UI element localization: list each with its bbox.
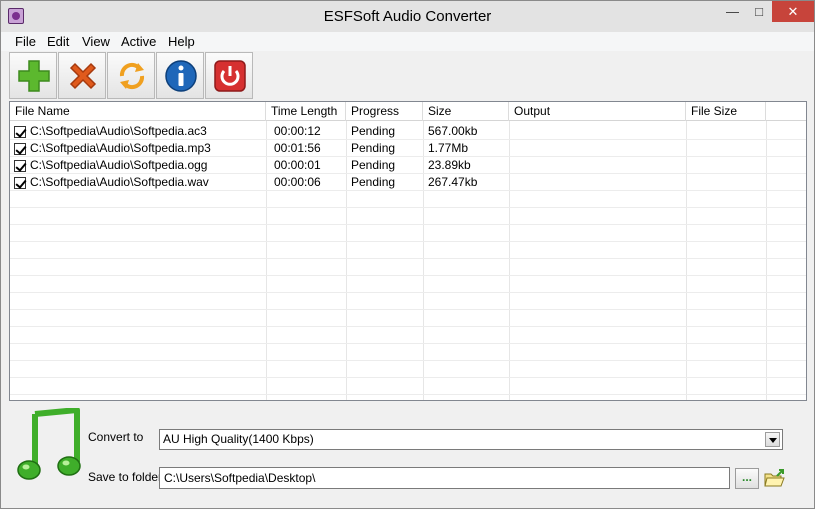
app-window: ESFSoft Audio Converter — □ ✕ File Edit … (0, 0, 815, 509)
empty-row (10, 344, 806, 361)
progress-cell: Pending (351, 141, 396, 155)
table-row[interactable]: C:\Softpedia\Audio\Softpedia.mp3 00:01:5… (10, 140, 806, 157)
size-cell: 23.89kb (428, 158, 471, 172)
file-name-cell: C:\Softpedia\Audio\Softpedia.wav (30, 175, 209, 189)
table-row[interactable]: C:\Softpedia\Audio\Softpedia.wav 00:00:0… (10, 174, 806, 191)
table-header: File Name Time Length Progress Size Outp… (10, 102, 806, 121)
add-button[interactable] (9, 52, 57, 99)
add-icon (18, 60, 50, 92)
minimize-button[interactable]: — (719, 1, 746, 22)
time-length-cell: 00:00:06 (274, 175, 321, 189)
file-name-cell: C:\Softpedia\Audio\Softpedia.mp3 (30, 141, 211, 155)
col-output[interactable]: Output (509, 102, 686, 121)
menu-active[interactable]: Active (121, 34, 156, 49)
time-length-cell: 00:00:01 (274, 158, 321, 172)
power-icon (214, 60, 246, 92)
info-icon (165, 60, 197, 92)
col-file-name[interactable]: File Name (10, 102, 266, 121)
time-length-cell: 00:01:56 (274, 141, 321, 155)
empty-row (10, 225, 806, 242)
empty-row (10, 208, 806, 225)
output-format-select[interactable]: AU High Quality(1400 Kbps) (159, 429, 783, 450)
open-folder-icon[interactable] (763, 468, 785, 489)
convert-to-label: Convert to (88, 430, 144, 444)
file-table[interactable]: File Name Time Length Progress Size Outp… (9, 101, 807, 401)
empty-row (10, 361, 806, 378)
table-row[interactable]: C:\Softpedia\Audio\Softpedia.ac3 00:00:1… (10, 123, 806, 140)
col-size[interactable]: Size (423, 102, 509, 121)
settings-panel (2, 403, 813, 508)
row-checkbox[interactable] (14, 143, 26, 155)
close-button[interactable]: ✕ (772, 1, 814, 22)
row-checkbox[interactable] (14, 126, 26, 138)
menu-help[interactable]: Help (168, 34, 195, 49)
empty-row (10, 310, 806, 327)
browse-button[interactable]: ... (735, 468, 759, 489)
row-checkbox[interactable] (14, 177, 26, 189)
file-name-cell: C:\Softpedia\Audio\Softpedia.ac3 (30, 124, 207, 138)
maximize-button[interactable]: □ (746, 1, 772, 22)
save-folder-field[interactable] (159, 467, 730, 489)
empty-row (10, 276, 806, 293)
menu-view[interactable]: View (82, 34, 110, 49)
menu-file[interactable]: File (15, 34, 36, 49)
remove-button[interactable] (58, 52, 106, 99)
progress-cell: Pending (351, 158, 396, 172)
progress-cell: Pending (351, 124, 396, 138)
size-cell: 567.00kb (428, 124, 478, 138)
convert-icon (119, 62, 145, 90)
size-cell: 267.47kb (428, 175, 478, 189)
col-time-length[interactable]: Time Length (266, 102, 346, 121)
exit-button[interactable] (205, 52, 253, 99)
empty-row (10, 293, 806, 310)
size-cell: 1.77Mb (428, 141, 469, 155)
save-to-folder-label: Save to folder (88, 470, 163, 484)
file-name-cell: C:\Softpedia\Audio\Softpedia.ogg (30, 158, 208, 172)
empty-row (10, 259, 806, 276)
menu-bar: File Edit View Active Help (1, 32, 814, 51)
output-format-value: AU High Quality(1400 Kbps) (163, 432, 314, 446)
row-checkbox[interactable] (14, 160, 26, 172)
progress-cell: Pending (351, 175, 396, 189)
table-row[interactable]: C:\Softpedia\Audio\Softpedia.ogg 00:00:0… (10, 157, 806, 174)
col-progress[interactable]: Progress (346, 102, 423, 121)
window-title: ESFSoft Audio Converter (323, 8, 492, 25)
title-bar: ESFSoft Audio Converter — □ ✕ (1, 1, 814, 32)
empty-row (10, 191, 806, 208)
chevron-down-icon[interactable] (765, 432, 780, 447)
time-length-cell: 00:00:12 (274, 124, 321, 138)
convert-button[interactable] (107, 52, 155, 99)
empty-row (10, 242, 806, 259)
menu-edit[interactable]: Edit (47, 34, 69, 49)
col-file-size[interactable]: File Size (686, 102, 766, 121)
empty-row (10, 378, 806, 395)
music-note-icon (17, 408, 81, 480)
save-folder-input[interactable] (164, 471, 724, 485)
empty-row (10, 327, 806, 344)
remove-icon (69, 62, 97, 90)
info-button[interactable] (156, 52, 204, 99)
